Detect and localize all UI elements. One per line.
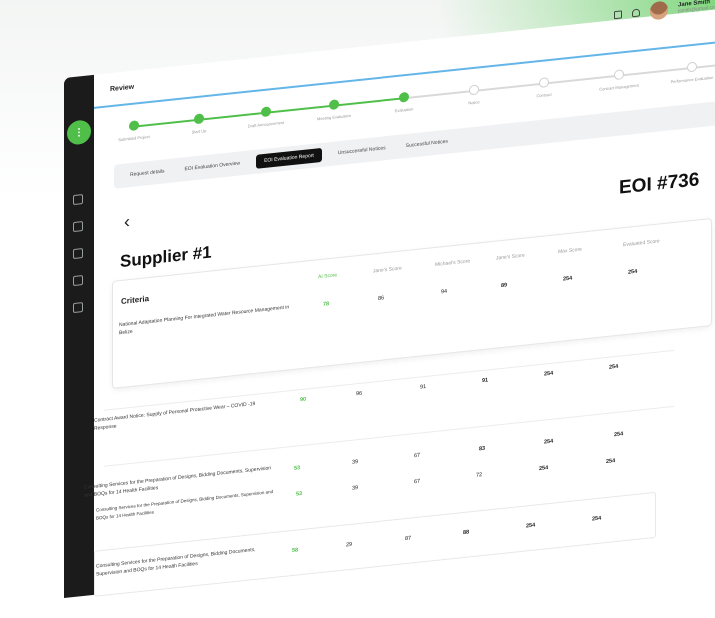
header-janes-score: Jane's Score (373, 265, 402, 275)
janes-score: 39 (352, 459, 359, 466)
tab-unsuccessful-notices[interactable]: Unsuccessful Notices (334, 141, 390, 161)
michaels-score: 87 (405, 535, 412, 543)
ai-score: 78 (323, 301, 330, 308)
step-label: Submitted Project (118, 133, 150, 143)
document-icon[interactable] (73, 221, 83, 233)
eoi-title: EOI #736 (619, 169, 700, 199)
page-title: Review (110, 83, 135, 94)
dashboard-icon[interactable] (73, 194, 83, 206)
janes-score-2: 83 (479, 445, 486, 453)
avatar[interactable] (650, 0, 669, 21)
step-6[interactable]: Notice (439, 81, 509, 108)
header-criteria: Criteria (121, 294, 150, 307)
back-arrow-icon[interactable]: ‹ (124, 211, 130, 233)
step-done-icon (329, 99, 339, 111)
step-1[interactable]: Submitted Project (99, 117, 169, 144)
step-2[interactable]: Start Up (164, 110, 234, 137)
folder-icon[interactable] (73, 302, 83, 314)
tab-eoi-evaluation-overview[interactable]: EOI Evaluation Overview (180, 156, 244, 177)
sidebar-nav (73, 194, 83, 314)
janes-score-2: 91 (482, 377, 489, 385)
header-max-score: Max Score (558, 246, 582, 256)
evaluated-score: 254 (628, 268, 638, 276)
step-7[interactable]: Contract (509, 74, 579, 101)
header-michaels-score: Michael's Score (435, 258, 471, 269)
michaels-score: 91 (420, 383, 427, 391)
step-label: Performance Evaluation (670, 74, 714, 85)
step-done-icon (194, 113, 204, 125)
max-score: 254 (544, 438, 554, 446)
janes-score: 96 (356, 390, 363, 398)
michaels-score: 94 (441, 288, 448, 296)
criteria-text: National Adaptation Planning For Integra… (119, 304, 290, 337)
main-panel: Review Jane Smith jsmith@gmail.com ⌄ Sub… (84, 0, 715, 597)
janes-score-2: 72 (476, 472, 483, 479)
step-5[interactable]: Evaluation (369, 89, 439, 116)
step-8[interactable]: Contract Management (584, 66, 654, 93)
ai-score: 53 (294, 465, 301, 472)
settings-icon[interactable] (73, 248, 83, 260)
step-label: Contract (536, 91, 552, 99)
michaels-score: 67 (414, 452, 421, 460)
supplier-title: Supplier #1 (120, 242, 212, 272)
user-info[interactable]: Jane Smith jsmith@gmail.com (678, 0, 715, 14)
step-label: Contract Management (599, 82, 639, 92)
step-pending-icon (614, 69, 624, 81)
step-label: Draft Announcement (247, 119, 285, 129)
max-score: 254 (526, 522, 536, 530)
ai-score: 58 (292, 547, 299, 555)
step-4[interactable]: Meeting Evaluation (299, 96, 369, 123)
bell-icon[interactable] (632, 8, 641, 18)
janes-score-2: 88 (463, 529, 470, 537)
janes-score: 29 (346, 541, 353, 549)
step-label: Meeting Evaluation (316, 112, 352, 122)
lock-icon[interactable] (73, 275, 83, 287)
step-pending-icon (687, 61, 697, 73)
michaels-score: 67 (414, 478, 421, 486)
evaluated-score: 254 (609, 363, 619, 371)
max-score: 254 (539, 465, 549, 473)
step-done-icon (261, 106, 271, 118)
janes-score: 86 (378, 295, 385, 302)
ai-score: 90 (300, 396, 307, 404)
max-score: 254 (563, 275, 573, 283)
step-label: Start Up (191, 128, 207, 135)
step-done-icon (129, 120, 139, 132)
step-3[interactable]: Draft Announcement (231, 103, 301, 130)
header-evaluated-score: Evaluated Score (623, 238, 660, 249)
tab-successful-notices[interactable]: Successful Notices (402, 134, 452, 153)
evaluated-score: 254 (592, 515, 602, 523)
step-label: Evaluation (394, 106, 414, 114)
janes-score-2: 89 (501, 282, 508, 290)
evaluated-score: 254 (606, 458, 616, 466)
max-score: 254 (544, 370, 554, 378)
tab-eoi-evaluation-report[interactable]: EOI Evaluation Report (256, 147, 322, 169)
step-label: Notice (468, 99, 480, 106)
header-janes-score-2: Jane's Score (496, 252, 525, 262)
tab-request-details[interactable]: Request details (126, 164, 168, 182)
step-done-icon (399, 91, 409, 103)
criteria-text: Contract Award Notice: Supply of Persona… (94, 400, 256, 432)
evaluated-score: 254 (614, 431, 624, 439)
step-9[interactable]: Performance Evaluation (657, 58, 715, 85)
step-pending-icon (539, 77, 549, 89)
window-icon[interactable] (614, 10, 623, 20)
app-logo[interactable]: ⋮ (67, 119, 91, 146)
janes-score: 39 (352, 485, 359, 492)
header-ai-score: AI Score (318, 272, 338, 281)
ai-score: 53 (296, 490, 303, 498)
user-bar: Jane Smith jsmith@gmail.com ⌄ (614, 0, 715, 24)
step-pending-icon (469, 84, 479, 96)
app-window: ⋮ Review Jane Smith jsmith@gmail.com ⌄ (64, 0, 715, 618)
